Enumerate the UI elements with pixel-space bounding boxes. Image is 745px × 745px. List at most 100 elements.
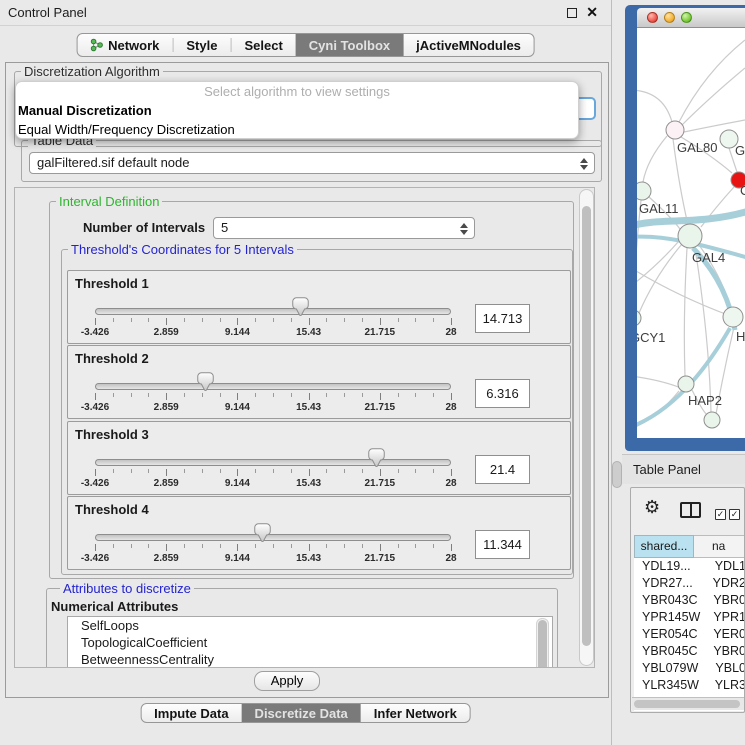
spinner-arrows-icon[interactable] xyxy=(458,221,470,236)
attribute-item-betweennesscentrality[interactable]: BetweennessCentrality xyxy=(68,651,552,668)
option-manual-discretization[interactable]: Manual Discretization xyxy=(16,101,578,120)
close-traffic-light-icon[interactable] xyxy=(647,12,658,23)
tick-mark xyxy=(326,544,327,548)
attribute-item-selfloops[interactable]: SelfLoops xyxy=(68,617,552,634)
table-panel: ⚙ ✓ ✓ shared... na YDL19...YDL1YDR27...Y… xyxy=(630,487,745,713)
threshold-label: Threshold 2 xyxy=(75,351,149,366)
tick-mark xyxy=(220,393,221,397)
network-node-gal11[interactable] xyxy=(637,182,651,200)
tick-label: -3.426 xyxy=(81,553,109,564)
tab-label: Select xyxy=(244,38,282,53)
table-row[interactable]: YPR145WYPR1 xyxy=(634,609,745,626)
slider-track[interactable] xyxy=(95,459,451,466)
float-window-icon[interactable] xyxy=(567,8,577,18)
table-row[interactable]: YBL079WYBL0 xyxy=(634,660,745,677)
splitter-handle[interactable] xyxy=(612,461,622,488)
tick-mark xyxy=(415,318,416,322)
network-canvas[interactable]: GAL80G.CGAL11GAL4GCY1HHAP2 xyxy=(637,28,745,438)
split-columns-icon[interactable] xyxy=(680,502,701,518)
table-row[interactable]: YBR045CYBR0 xyxy=(634,643,745,660)
tick-mark xyxy=(184,318,185,322)
network-node-hap2[interactable] xyxy=(678,376,694,392)
checkbox-icon[interactable]: ✓ xyxy=(729,509,740,520)
slider-track[interactable] xyxy=(95,308,451,315)
network-edge xyxy=(637,90,672,122)
tick-mark xyxy=(451,544,452,551)
threshold-label: Threshold 3 xyxy=(75,427,149,442)
number-of-intervals-combobox[interactable]: 5 xyxy=(213,217,475,239)
tab-style[interactable]: Style xyxy=(173,34,230,56)
scrollbar-thumb[interactable] xyxy=(538,620,547,668)
threshold-value-field[interactable]: 14.713 xyxy=(475,304,530,333)
table-data-combobox[interactable]: galFiltered.sif default node xyxy=(29,152,595,174)
node-label: G. xyxy=(735,143,745,158)
table-row[interactable]: YER054CYER0 xyxy=(634,626,745,643)
tick-mark xyxy=(131,393,132,397)
tab-network[interactable]: Network xyxy=(77,34,172,56)
settings-scroll-area: Interval Definition Number of Intervals … xyxy=(14,187,595,668)
attribute-items: SelfLoopsTopologicalCoefficientBetweenne… xyxy=(68,617,552,668)
tab-discretize-data[interactable]: Discretize Data xyxy=(242,704,361,722)
zoom-traffic-light-icon[interactable] xyxy=(681,12,692,23)
vertical-scrollbar[interactable] xyxy=(579,189,594,666)
tab-select[interactable]: Select xyxy=(231,34,295,56)
scrollbar-thumb[interactable] xyxy=(582,206,591,646)
tick-mark xyxy=(309,469,310,476)
threshold-value-field[interactable]: 21.4 xyxy=(475,455,530,484)
tick-mark xyxy=(255,318,256,322)
tick-label: 15.43 xyxy=(296,327,321,338)
network-node-gcy1[interactable] xyxy=(637,310,641,326)
table-row[interactable]: YLR345WYLR3 xyxy=(634,677,745,694)
tab-cyni-toolbox[interactable]: Cyni Toolbox xyxy=(296,34,403,56)
cyni-bottom-tab-bar: Impute DataDiscretize DataInfer Network xyxy=(140,703,471,723)
close-icon[interactable]: ✕ xyxy=(586,4,598,21)
slider-thumb[interactable] xyxy=(197,372,214,392)
tick-mark xyxy=(309,393,310,400)
tick-mark xyxy=(255,544,256,548)
slider-thumb[interactable] xyxy=(254,523,271,543)
network-node[interactable] xyxy=(704,412,720,428)
network-view-window[interactable]: GAL80G.CGAL11GAL4GCY1HHAP2 xyxy=(625,5,745,451)
slider-thumb[interactable] xyxy=(368,448,385,468)
scrollbar-thumb[interactable] xyxy=(634,700,740,708)
apply-button[interactable]: Apply xyxy=(254,671,320,691)
tab-impute-data[interactable]: Impute Data xyxy=(141,704,241,722)
attribute-item-topologicalcoefficient[interactable]: TopologicalCoefficient xyxy=(68,634,552,651)
slider-track[interactable] xyxy=(95,383,451,390)
table-row[interactable]: YDL19...YDL1 xyxy=(634,558,745,575)
tick-mark xyxy=(166,469,167,476)
table-rows: YDL19...YDL1YDR27...YDR2YBR043CYBR0YPR14… xyxy=(634,558,745,711)
slider-thumb[interactable] xyxy=(292,297,309,317)
checkbox-icon[interactable]: ✓ xyxy=(715,509,726,520)
tab-infer-network[interactable]: Infer Network xyxy=(361,704,470,722)
tick-mark xyxy=(344,318,345,322)
tick-mark xyxy=(113,469,114,473)
threshold-panel: Threshold 1-3.4262.8599.14415.4321.71528… xyxy=(67,270,571,344)
network-node-gal4[interactable] xyxy=(678,224,702,248)
tab-jactivemnodules[interactable]: jActiveMNodules xyxy=(403,34,534,56)
network-node-h[interactable] xyxy=(723,307,743,327)
cell-name: YBR0 xyxy=(708,592,745,609)
table-row[interactable]: YDR27...YDR2 xyxy=(634,575,745,592)
tick-mark xyxy=(148,469,149,473)
tick-mark xyxy=(131,469,132,473)
threshold-label: Threshold 1 xyxy=(75,276,149,291)
minimize-traffic-light-icon[interactable] xyxy=(664,12,675,23)
table-row[interactable]: YBR043CYBR0 xyxy=(634,592,745,609)
threshold-value-field[interactable]: 11.344 xyxy=(475,530,530,559)
slider-track[interactable] xyxy=(95,534,451,541)
tick-mark xyxy=(237,318,238,325)
spinner-arrows-icon[interactable] xyxy=(578,156,590,171)
network-node-gal80[interactable] xyxy=(666,121,684,139)
tick-mark xyxy=(344,469,345,473)
gear-icon[interactable]: ⚙ xyxy=(644,497,660,517)
list-scrollbar[interactable] xyxy=(536,618,549,668)
column-header-shared-name[interactable]: shared... xyxy=(634,535,694,558)
column-header-name[interactable]: na xyxy=(694,535,745,558)
threshold-value-field[interactable]: 6.316 xyxy=(475,379,530,408)
tick-mark xyxy=(184,469,185,473)
option-equal-width-frequency-discretization[interactable]: Equal Width/Frequency Discretization xyxy=(16,120,578,139)
horizontal-scrollbar[interactable] xyxy=(632,697,745,710)
tick-mark xyxy=(415,393,416,397)
network-edge xyxy=(695,248,711,412)
